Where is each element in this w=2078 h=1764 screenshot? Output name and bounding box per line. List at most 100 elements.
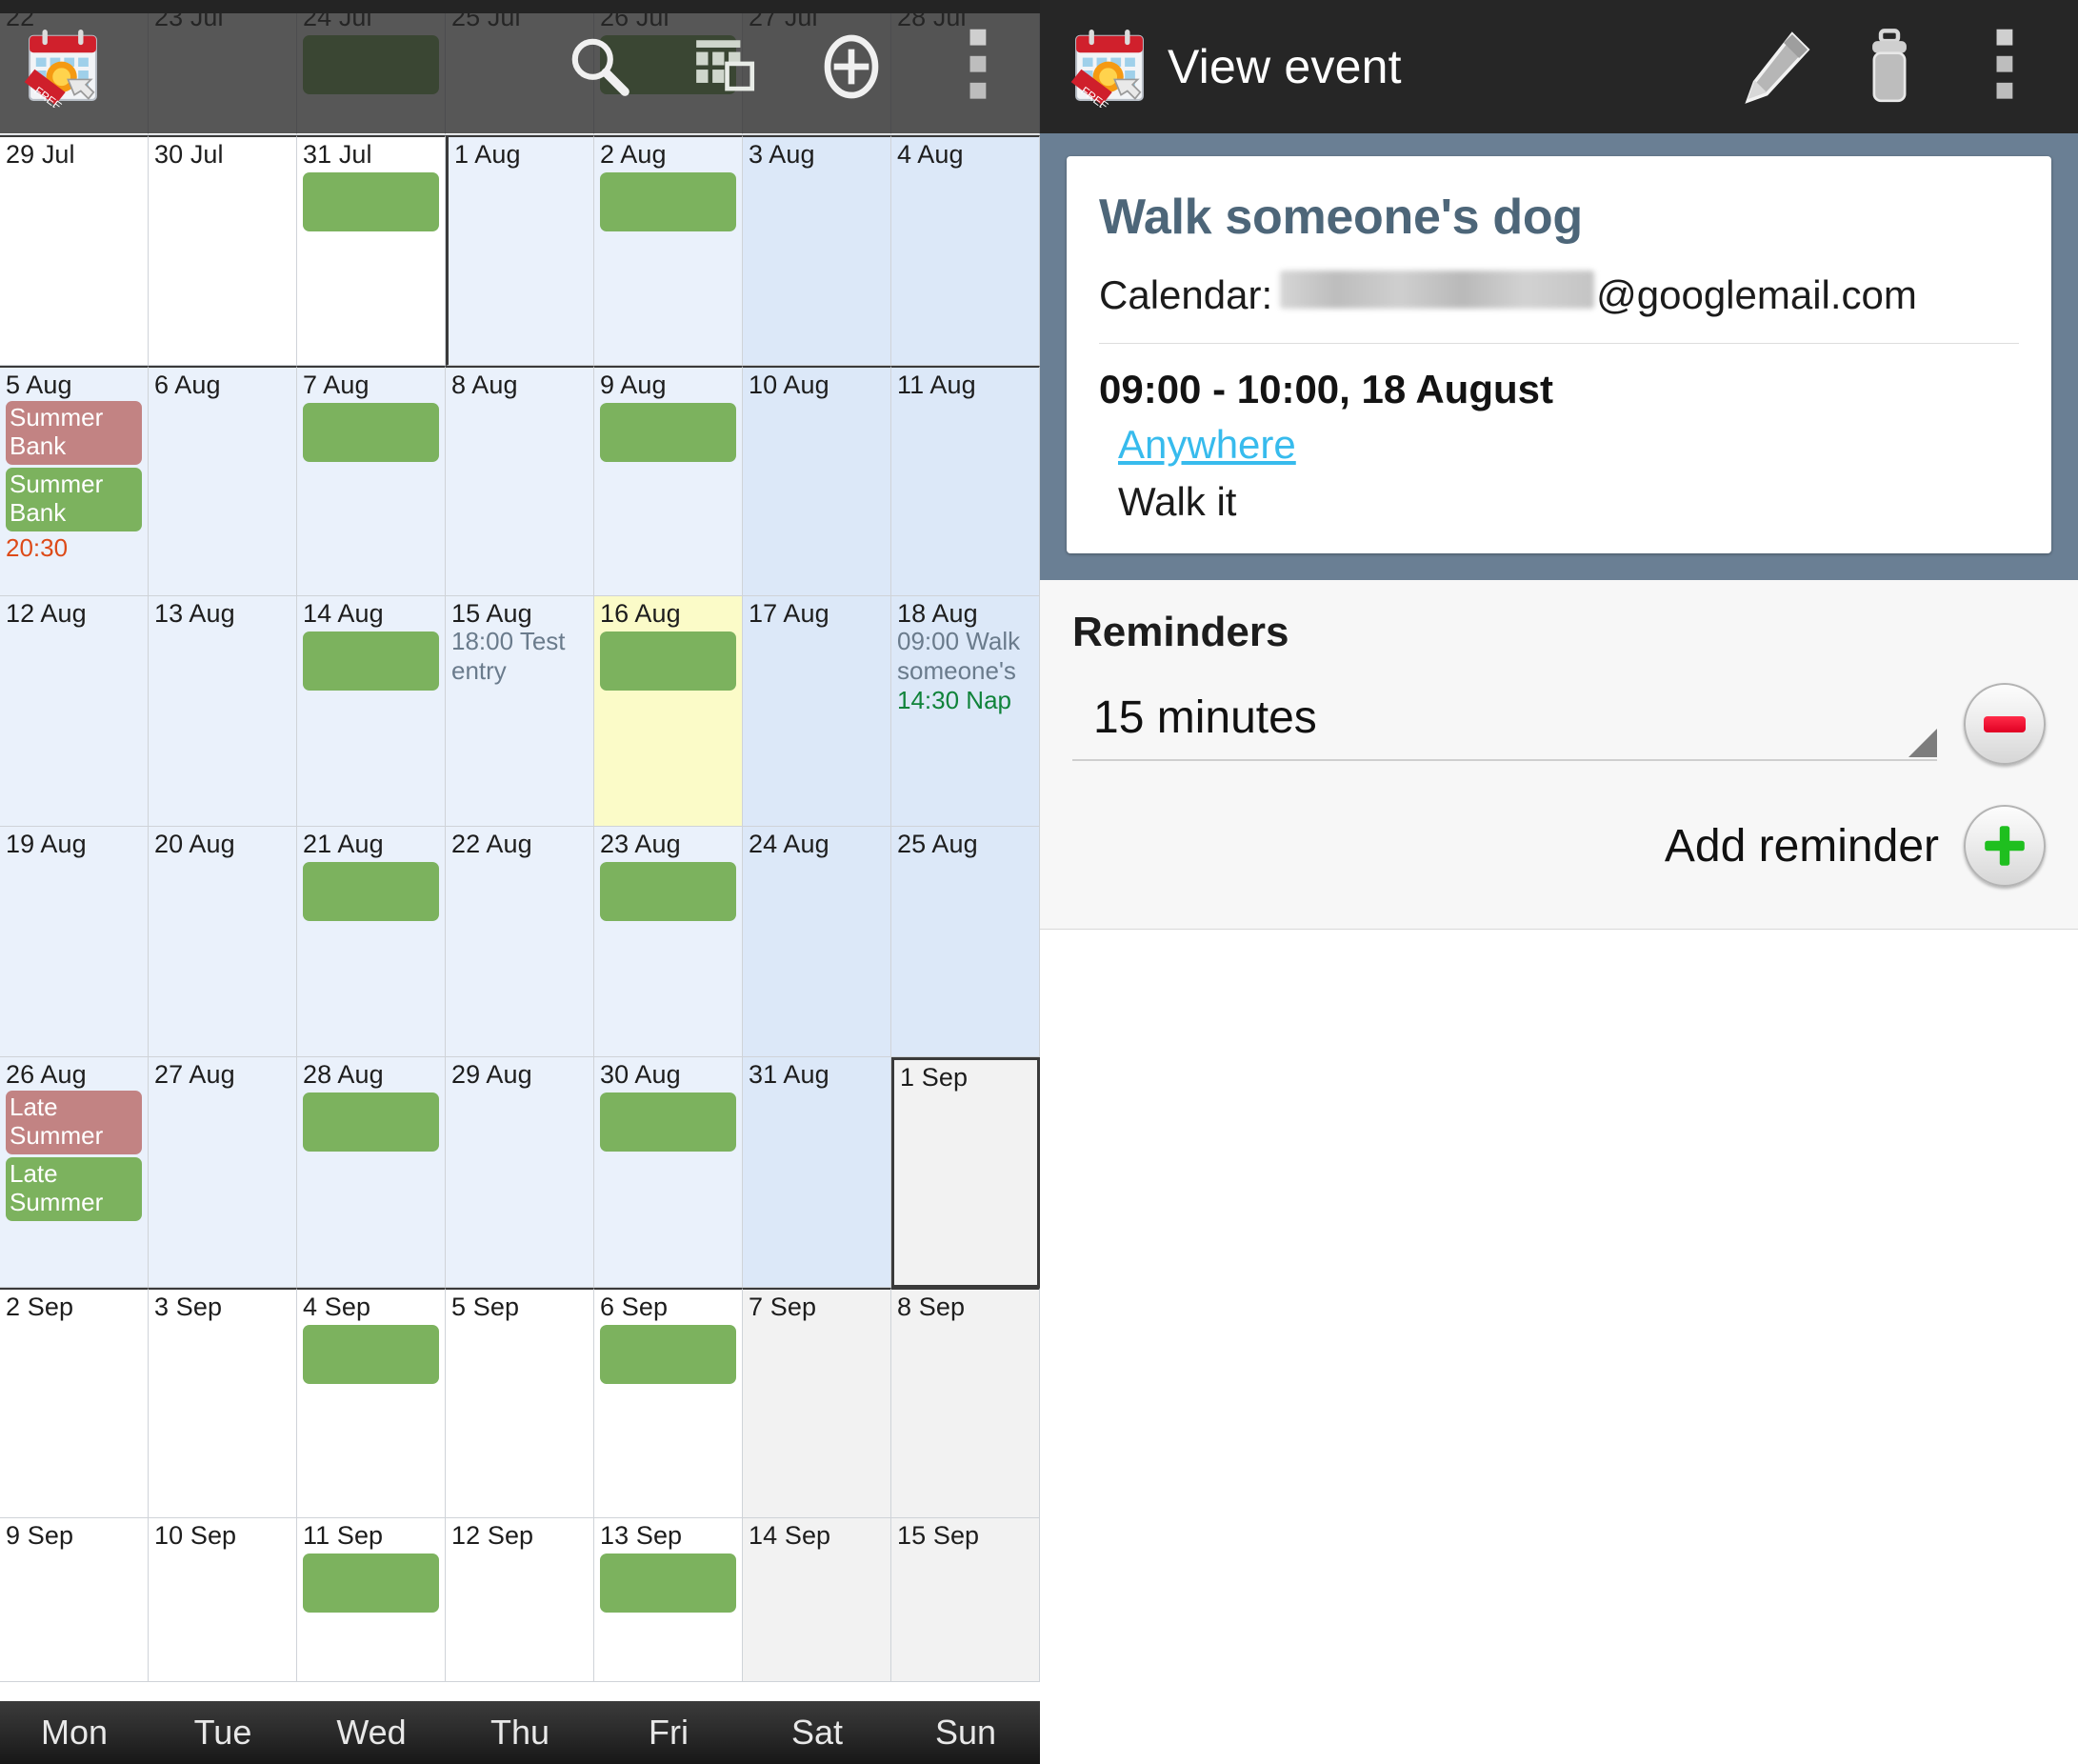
overflow-menu-icon[interactable]: [914, 0, 1040, 133]
add-reminder-row[interactable]: Add reminder: [1072, 805, 2046, 887]
day-cell[interactable]: 10 Sep: [149, 1518, 297, 1682]
calendar-app-icon[interactable]: FREE: [1069, 26, 1150, 108]
day-cell[interactable]: 13 Sep: [594, 1518, 743, 1682]
day-cell[interactable]: 7 Aug: [297, 366, 446, 596]
weekday-label-mon: Mon: [40, 1713, 109, 1752]
event-block[interactable]: [303, 862, 439, 922]
day-cell[interactable]: 15 Sep: [891, 1518, 1040, 1682]
day-cell[interactable]: 5 Sep: [446, 1288, 594, 1518]
day-cell[interactable]: 25 Aug: [891, 827, 1040, 1057]
day-cell[interactable]: 31 Aug: [743, 1057, 891, 1288]
day-cell[interactable]: 19 Aug: [0, 827, 149, 1057]
event-card[interactable]: Walk someone's dog Calendar: @googlemail…: [1067, 156, 2051, 553]
day-cell[interactable]: 1 Aug: [446, 135, 594, 366]
add-reminder-button[interactable]: [1964, 805, 2046, 887]
event-block[interactable]: [303, 1325, 439, 1385]
event-block[interactable]: [600, 1325, 736, 1385]
day-cell[interactable]: 4 Sep: [297, 1288, 446, 1518]
day-cell[interactable]: 11 Sep: [297, 1518, 446, 1682]
day-cell[interactable]: 3 Sep: [149, 1288, 297, 1518]
calendar-action-bar[interactable]: FREE: [0, 0, 1040, 133]
day-cell[interactable]: 13 Aug: [149, 596, 297, 827]
day-cell[interactable]: 30 Aug: [594, 1057, 743, 1288]
day-cell[interactable]: 9 Aug: [594, 366, 743, 596]
event-block[interactable]: [303, 1092, 439, 1153]
event-chip[interactable]: Summer Bank: [6, 401, 142, 466]
day-cell[interactable]: 17 Aug: [743, 596, 891, 827]
event-block[interactable]: [600, 403, 736, 463]
day-cell[interactable]: 27 Aug: [149, 1057, 297, 1288]
day-cell[interactable]: 29 Aug: [446, 1057, 594, 1288]
event-location-link[interactable]: Anywhere: [1099, 422, 1296, 468]
day-cell[interactable]: 20 Aug: [149, 827, 297, 1057]
add-circle-icon[interactable]: [789, 0, 914, 133]
day-cell[interactable]: 14 Aug: [297, 596, 446, 827]
pencil-edit-icon[interactable]: [1718, 0, 1832, 133]
trash-delete-icon[interactable]: [1832, 0, 1947, 133]
remove-reminder-button[interactable]: [1964, 683, 2046, 765]
day-cell[interactable]: 4 Aug: [891, 135, 1040, 366]
event-block[interactable]: [600, 1092, 736, 1153]
day-cell[interactable]: 21 Aug: [297, 827, 446, 1057]
day-cell[interactable]: 23 Aug: [594, 827, 743, 1057]
weekday-label-sun: Sun: [934, 1713, 997, 1752]
day-cell[interactable]: 30 Jul: [149, 135, 297, 366]
search-icon[interactable]: [537, 0, 663, 133]
calendar-grid[interactable]: 2223 Jul24 Jul25 Jul26 Jul27 Jul28 Jul29…: [0, 0, 1040, 1714]
day-cell[interactable]: 2 Sep: [0, 1288, 149, 1518]
event-block[interactable]: [600, 1554, 736, 1614]
event-block[interactable]: [600, 172, 736, 232]
day-number: 5 Aug: [6, 371, 72, 399]
event-text[interactable]: 18:00 Test entry: [451, 627, 593, 686]
day-number: 25 Aug: [897, 830, 978, 858]
event-text[interactable]: 20:30: [6, 533, 148, 563]
reminder-time-spinner[interactable]: 15 minutes: [1072, 688, 1937, 761]
event-block[interactable]: [303, 631, 439, 692]
day-number: 12 Aug: [6, 599, 87, 628]
day-cell[interactable]: 29 Jul: [0, 135, 149, 366]
event-block[interactable]: [600, 862, 736, 922]
day-cell[interactable]: 26 Aug Late Summer Late Summer: [0, 1057, 149, 1288]
event-block[interactable]: [303, 172, 439, 232]
day-cell[interactable]: 6 Sep: [594, 1288, 743, 1518]
event-chip[interactable]: Summer Bank: [6, 468, 142, 532]
weekday-label-sat: Sat: [790, 1713, 844, 1752]
day-cell[interactable]: 9 Sep: [0, 1518, 149, 1682]
day-cell[interactable]: 2 Aug: [594, 135, 743, 366]
day-cell[interactable]: 28 Aug: [297, 1057, 446, 1288]
day-cell[interactable]: 7 Sep: [743, 1288, 891, 1518]
event-text[interactable]: 09:00 Walk someone's: [897, 627, 1039, 686]
day-cell[interactable]: 12 Sep: [446, 1518, 594, 1682]
day-cell[interactable]: 22 Aug: [446, 827, 594, 1057]
day-cell[interactable]: 1 Sep: [891, 1057, 1040, 1288]
event-block[interactable]: [303, 403, 439, 463]
day-cell[interactable]: 6 Aug: [149, 366, 297, 596]
day-cell[interactable]: 11 Aug: [891, 366, 1040, 596]
day-cell[interactable]: 3 Aug: [743, 135, 891, 366]
event-block[interactable]: [600, 631, 736, 692]
day-cell[interactable]: 31 Jul: [297, 135, 446, 366]
day-cell[interactable]: 8 Aug: [446, 366, 594, 596]
day-cell[interactable]: 5 Aug Summer Bank Summer Bank 20:30: [0, 366, 149, 596]
day-cell[interactable]: 24 Aug: [743, 827, 891, 1057]
day-cell[interactable]: 16 Aug: [594, 596, 743, 827]
event-title: Walk someone's dog: [1099, 190, 1583, 245]
day-cell[interactable]: 15 Aug 18:00 Test entry: [446, 596, 594, 827]
event-chip[interactable]: Late Summer: [6, 1091, 142, 1155]
day-cell[interactable]: 8 Sep: [891, 1288, 1040, 1518]
event-text[interactable]: 14:30 Nap: [897, 686, 1039, 715]
day-number: 14 Aug: [303, 599, 384, 628]
event-chip[interactable]: Late Summer: [6, 1157, 142, 1222]
calendar-grid-icon[interactable]: [663, 0, 789, 133]
event-block[interactable]: [303, 1554, 439, 1614]
day-cell[interactable]: 12 Aug: [0, 596, 149, 827]
day-cell[interactable]: 10 Aug: [743, 366, 891, 596]
calendar-month-view[interactable]: 2223 Jul24 Jul25 Jul26 Jul27 Jul28 Jul29…: [0, 0, 1040, 1764]
day-number: 31 Jul: [303, 140, 372, 169]
day-number: 23 Aug: [600, 830, 681, 858]
day-number: 17 Aug: [749, 599, 829, 628]
day-cell[interactable]: 14 Sep: [743, 1518, 891, 1682]
day-cell[interactable]: 18 Aug 09:00 Walk someone's 14:30 Nap: [891, 596, 1040, 827]
calendar-app-icon[interactable]: FREE: [0, 0, 126, 133]
overflow-menu-icon[interactable]: [1947, 0, 2061, 133]
